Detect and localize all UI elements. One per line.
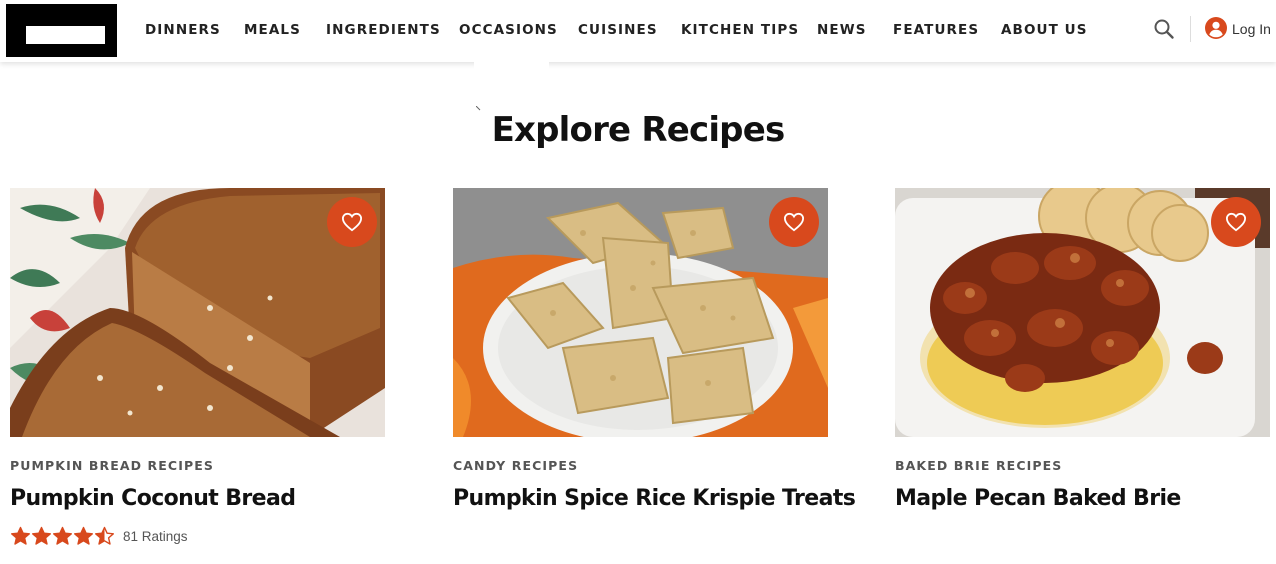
site-header: DINNERS MEALS INGREDIENTS OCCASIONS CUIS… bbox=[0, 0, 1276, 62]
recipe-category[interactable]: BAKED BRIE RECIPES bbox=[895, 458, 1062, 473]
ratings-count: 81 Ratings bbox=[123, 528, 188, 544]
heart-icon bbox=[341, 212, 363, 232]
save-recipe-button[interactable] bbox=[327, 197, 377, 247]
star-full-icon bbox=[74, 526, 93, 545]
nav-item-cuisines[interactable]: CUISINES bbox=[578, 22, 658, 40]
nav-item-occasions[interactable]: OCCASIONS bbox=[459, 22, 558, 40]
search-icon[interactable] bbox=[1153, 18, 1175, 40]
site-logo[interactable] bbox=[6, 4, 117, 57]
recipe-category[interactable]: PUMPKIN BREAD RECIPES bbox=[10, 458, 214, 473]
nav-active-indicator bbox=[474, 58, 549, 72]
nav-item-kitchen-tips[interactable]: KITCHEN TIPS bbox=[681, 22, 799, 40]
star-full-icon bbox=[53, 526, 72, 545]
nav-item-features[interactable]: FEATURES bbox=[893, 22, 979, 40]
recipe-category[interactable]: CANDY RECIPES bbox=[453, 458, 578, 473]
star-full-icon bbox=[32, 526, 51, 545]
save-recipe-button[interactable] bbox=[1211, 197, 1261, 247]
heart-icon bbox=[783, 212, 805, 232]
save-recipe-button[interactable] bbox=[769, 197, 819, 247]
stray-mark bbox=[475, 98, 481, 111]
star-full-icon bbox=[11, 526, 30, 545]
nav-item-dinners[interactable]: DINNERS bbox=[145, 22, 221, 40]
login-link[interactable]: Log In bbox=[1232, 21, 1271, 37]
logo-bar bbox=[26, 26, 105, 44]
star-rating bbox=[10, 526, 115, 546]
recipe-rating: 81 Ratings bbox=[10, 526, 188, 546]
nav-item-about-us[interactable]: ABOUT US bbox=[1001, 22, 1088, 40]
recipe-title[interactable]: Pumpkin Coconut Bread bbox=[10, 486, 296, 511]
star-half-icon bbox=[95, 526, 114, 545]
nav-item-news[interactable]: NEWS bbox=[817, 22, 867, 40]
heart-icon bbox=[1225, 212, 1247, 232]
nav-item-meals[interactable]: MEALS bbox=[244, 22, 301, 40]
nav-item-ingredients[interactable]: INGREDIENTS bbox=[326, 22, 441, 40]
header-divider bbox=[1190, 16, 1191, 42]
recipe-title[interactable]: Maple Pecan Baked Brie bbox=[895, 486, 1181, 511]
recipe-title[interactable]: Pumpkin Spice Rice Krispie Treats bbox=[453, 486, 856, 511]
page-title: Explore Recipes bbox=[491, 110, 786, 150]
account-icon[interactable] bbox=[1205, 17, 1227, 39]
